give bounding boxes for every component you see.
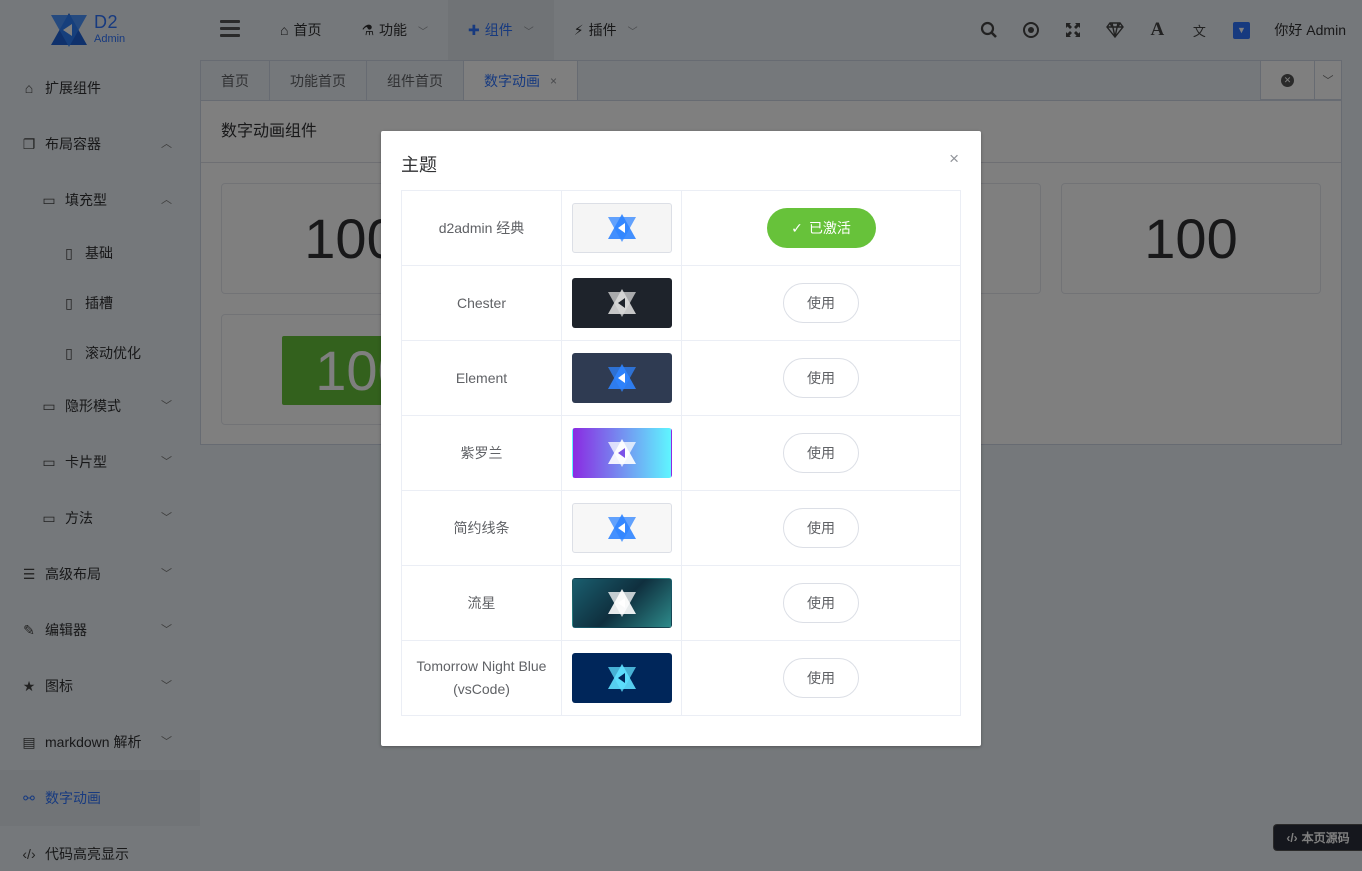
theme-action-label: 使用: [807, 369, 835, 386]
theme-action-cell: 使用: [681, 415, 961, 491]
d2-logo-icon: [607, 514, 636, 542]
d2-logo-icon: [607, 214, 636, 242]
theme-preview: [571, 278, 672, 328]
theme-preview: [571, 203, 672, 253]
theme-action-label: 使用: [807, 444, 835, 461]
theme-name: 流星: [401, 565, 562, 641]
theme-preview-cell: [561, 640, 682, 716]
theme-activated-button[interactable]: ✓ 已激活: [766, 208, 876, 248]
theme-preview: [571, 428, 672, 478]
theme-row: Tomorrow Night Blue (vsCode) 使用: [401, 640, 961, 716]
theme-table: d2admin 经典 ✓ 已激活 Chester 使用 Element 使用 紫罗兰 使用 简约线…: [401, 190, 961, 716]
d2-logo-icon: [607, 439, 636, 467]
theme-row: d2admin 经典 ✓ 已激活: [401, 190, 961, 266]
theme-row: 简约线条 使用: [401, 490, 961, 566]
theme-name-label: Element: [455, 369, 508, 386]
theme-name: 紫罗兰: [401, 415, 562, 491]
theme-dialog: 主题 × d2admin 经典 ✓ 已激活 Chester 使用 Element 使用 紫罗兰…: [381, 131, 981, 746]
theme-row: Chester 使用: [401, 265, 961, 341]
theme-name: d2admin 经典: [401, 190, 562, 266]
theme-use-button[interactable]: 使用: [783, 283, 859, 323]
theme-preview-cell: [561, 415, 682, 491]
theme-action-cell: 使用: [681, 490, 961, 566]
theme-action-cell: 使用: [681, 340, 961, 416]
dialog-title: 主题: [401, 155, 437, 175]
d2-logo-icon: [607, 289, 636, 317]
theme-row: Element 使用: [401, 340, 961, 416]
check-icon: ✓: [791, 219, 803, 236]
theme-action-label: 使用: [807, 669, 835, 686]
theme-name: Chester: [401, 265, 562, 341]
theme-name: Element: [401, 340, 562, 416]
theme-preview-cell: [561, 190, 682, 266]
theme-use-button[interactable]: 使用: [783, 358, 859, 398]
theme-preview: [571, 353, 672, 403]
theme-name-label: 紫罗兰: [460, 444, 503, 461]
theme-row: 流星 使用: [401, 565, 961, 641]
close-icon[interactable]: ×: [949, 149, 959, 169]
theme-use-button[interactable]: 使用: [783, 583, 859, 623]
d2-logo-icon: [607, 664, 636, 692]
theme-name-label: 简约线条: [453, 519, 510, 536]
theme-action-cell: 使用: [681, 640, 961, 716]
d2-logo-icon: [607, 589, 636, 617]
theme-name-label: d2admin 经典: [438, 219, 525, 236]
theme-action-label: 使用: [807, 519, 835, 536]
theme-action-label: 已激活: [808, 219, 851, 236]
theme-use-button[interactable]: 使用: [783, 508, 859, 548]
theme-preview: [571, 503, 672, 553]
theme-name: Tomorrow Night Blue (vsCode): [401, 640, 562, 716]
theme-preview-cell: [561, 565, 682, 641]
theme-name-label: Chester: [456, 294, 507, 311]
theme-preview-cell: [561, 340, 682, 416]
theme-row: 紫罗兰 使用: [401, 415, 961, 491]
theme-action-label: 使用: [807, 594, 835, 611]
theme-use-button[interactable]: 使用: [783, 433, 859, 473]
theme-name: 简约线条: [401, 490, 562, 566]
d2-logo-icon: [607, 364, 636, 392]
theme-action-label: 使用: [807, 294, 835, 311]
theme-preview: [571, 653, 672, 703]
theme-preview-cell: [561, 265, 682, 341]
theme-preview: [571, 578, 672, 628]
theme-name-label: 流星: [467, 594, 496, 611]
theme-name-label: Tomorrow Night Blue (vsCode): [416, 658, 547, 697]
theme-use-button[interactable]: 使用: [783, 658, 859, 698]
theme-action-cell: 使用: [681, 565, 961, 641]
theme-action-cell: 使用: [681, 265, 961, 341]
theme-action-cell: ✓ 已激活: [681, 190, 961, 266]
theme-preview-cell: [561, 490, 682, 566]
